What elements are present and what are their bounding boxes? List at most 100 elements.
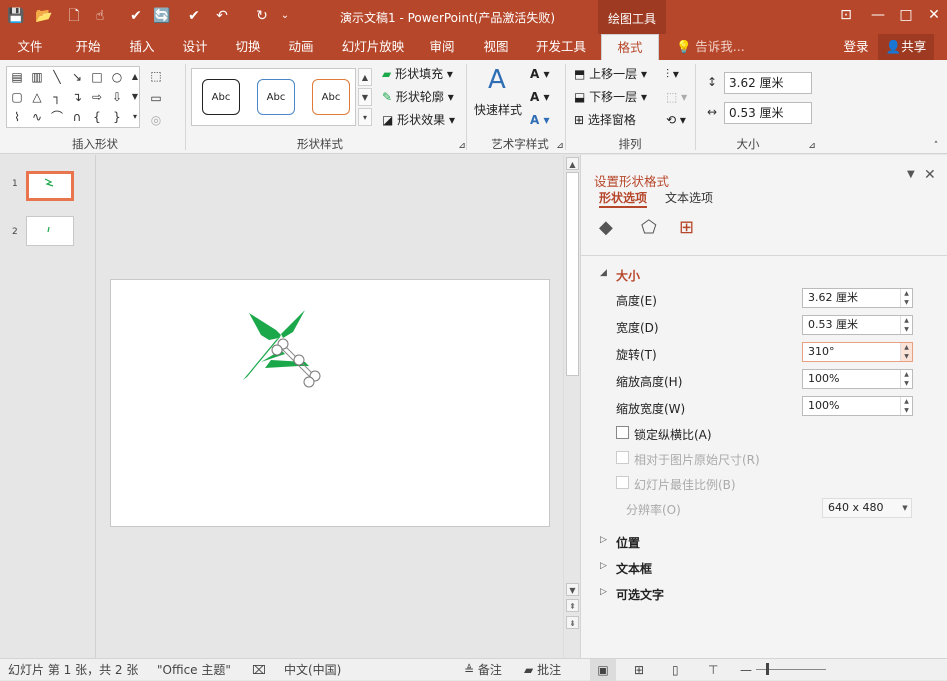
shape-outline-button[interactable]: ✎ 形状轮廓 ▾ <box>382 87 454 107</box>
text-fill-icon[interactable]: A ▾ <box>530 64 550 84</box>
size-properties-icon[interactable]: ⊞ <box>679 217 694 238</box>
customize-qat-icon[interactable]: ⌄ <box>278 6 292 26</box>
expand-arrow-icon[interactable]: ◢ <box>600 268 607 278</box>
style-orange[interactable]: Abc <box>312 79 350 115</box>
bring-forward-button[interactable]: ⬒ 上移一层 ▾ <box>574 64 647 84</box>
normal-view-icon[interactable]: ▣ <box>590 659 616 681</box>
tab-slideshow[interactable]: 幻灯片放映 <box>338 34 408 60</box>
slideshow-view-icon[interactable]: ⊤ <box>708 659 718 681</box>
open-icon[interactable]: 📂 <box>34 6 54 26</box>
elbow-arrow-shape-icon[interactable]: ↴ <box>69 89 85 105</box>
new-icon[interactable]: 🗋 <box>64 6 84 26</box>
spinner-icon[interactable]: ▲ ▼ <box>900 316 912 334</box>
tab-insert[interactable]: 插入 <box>118 34 166 60</box>
comments-button[interactable]: ▰ 批注 <box>524 659 561 681</box>
notes-button[interactable]: ≜ 备注 <box>464 659 502 681</box>
slide-sorter-icon[interactable]: ⊞ <box>634 659 644 681</box>
slide-thumbnail[interactable] <box>26 171 74 201</box>
tab-review[interactable]: 审阅 <box>418 34 466 60</box>
shape-styles-launcher-icon[interactable]: ⊿ <box>454 138 470 154</box>
scale-height-input[interactable]: 100% ▲ ▼ <box>802 369 913 389</box>
alt-text-section-header[interactable]: 可选文字 <box>616 586 664 603</box>
shape-style-gallery[interactable]: Abc Abc Abc <box>191 68 356 126</box>
tab-text-options[interactable]: 文本选项 <box>665 189 713 206</box>
curve-shape-icon[interactable]: ∩ <box>69 109 85 125</box>
align-icon[interactable]: ⫶ ▾ <box>666 64 679 84</box>
ribbon-display-icon[interactable]: ⊡ <box>832 4 860 26</box>
scroll-up-icon[interactable]: ▲ <box>566 157 579 170</box>
tell-me-input[interactable]: 告诉我... <box>690 34 750 60</box>
wordart-quick-styles-icon[interactable]: A <box>488 64 506 96</box>
spinner-icon[interactable]: ▲ ▼ <box>900 343 912 361</box>
collapse-ribbon-icon[interactable]: ˄ <box>928 138 944 154</box>
slide-canvas[interactable] <box>110 279 550 527</box>
minimize-button[interactable]: — <box>864 4 892 26</box>
style-scroll-down-icon[interactable]: ▼ <box>358 88 372 106</box>
arrow-line-shape-icon[interactable]: ↘ <box>69 69 85 85</box>
selection-pane-button[interactable]: ⊞ 选择窗格 <box>574 110 636 130</box>
wordart-launcher-icon[interactable]: ⊿ <box>552 138 568 154</box>
scribble-shape-icon[interactable]: ∿ <box>29 109 45 125</box>
maximize-button[interactable]: □ <box>892 4 920 26</box>
sign-in-link[interactable]: 登录 <box>836 34 876 60</box>
tab-transitions[interactable]: 切换 <box>224 34 272 60</box>
send-backward-button[interactable]: ⬓ 下移一层 ▾ <box>574 87 647 107</box>
collapsed-arrow-icon[interactable]: ▷ <box>600 561 607 571</box>
share-button[interactable]: 👤共享 <box>878 34 934 60</box>
tab-shape-options[interactable]: 形状选项 <box>599 189 648 208</box>
rotate-icon[interactable]: ⟲ ▾ <box>666 110 686 130</box>
gallery-scroll-up-icon[interactable]: ▲ <box>127 69 143 85</box>
tab-design[interactable]: 设计 <box>171 34 219 60</box>
style-more-icon[interactable]: ▾ <box>358 108 372 126</box>
previous-slide-icon[interactable]: ⇞ <box>566 599 579 612</box>
elbow-connector-shape-icon[interactable]: ┐ <box>49 89 65 105</box>
pane-options-icon[interactable]: ▼ <box>907 169 915 180</box>
size-dialog-launcher-icon[interactable]: ⊿ <box>804 138 820 154</box>
shape-fill-button[interactable]: ▰ 形状填充 ▾ <box>382 64 453 84</box>
ribbon-height-input[interactable]: 3.62 厘米 <box>724 72 812 94</box>
spinner-icon[interactable]: ▲ ▼ <box>900 397 912 415</box>
tab-developer[interactable]: 开发工具 <box>528 34 594 60</box>
zoom-out-icon[interactable]: — <box>740 659 752 681</box>
textbox-shape-icon[interactable]: ▤ <box>9 69 25 85</box>
textbox-section-header[interactable]: 文本框 <box>616 560 652 577</box>
left-brace-shape-icon[interactable]: { <box>89 109 105 125</box>
spelling-status-icon[interactable]: ⌧ <box>252 659 266 681</box>
tab-view[interactable]: 视图 <box>472 34 520 60</box>
scroll-down-icon[interactable]: ▼ <box>566 583 579 596</box>
spelling-check-icon[interactable]: ✔ <box>126 6 146 26</box>
tab-home[interactable]: 开始 <box>64 34 112 60</box>
present-icon[interactable]: ✔ <box>184 6 204 26</box>
tab-file[interactable]: 文件 <box>6 34 54 60</box>
quick-styles-label[interactable]: 快速样式 <box>474 100 522 120</box>
line-shape-icon[interactable]: ╲ <box>49 69 65 85</box>
zoom-slider-thumb[interactable] <box>766 663 769 675</box>
right-arrow-shape-icon[interactable]: ⇨ <box>89 89 105 105</box>
slide-thumbnail[interactable] <box>26 216 74 246</box>
style-blue[interactable]: Abc <box>257 79 295 115</box>
pane-close-icon[interactable]: ✕ <box>924 167 936 183</box>
effects-pentagon-icon[interactable]: ⬠ <box>641 217 657 238</box>
style-scroll-up-icon[interactable]: ▲ <box>358 68 372 86</box>
undo-icon[interactable]: ↶ <box>212 6 232 26</box>
scroll-thumb[interactable] <box>566 172 579 376</box>
width-input[interactable]: 0.53 厘米 ▲ ▼ <box>802 315 913 335</box>
shape-gallery[interactable]: ▤ ▥ ╲ ↘ □ ○ ▢ △ ┐ ↴ ⇨ ⇩ ⌇ ∿ ⌒ ∩ { } ▲ ▼ … <box>6 66 140 128</box>
collapsed-arrow-icon[interactable]: ▷ <box>600 587 607 597</box>
rotation-input[interactable]: 310° ▲ ▼ <box>802 342 913 362</box>
arc-shape-icon[interactable]: ⌒ <box>49 109 65 125</box>
redo-icon[interactable]: ↻ <box>252 6 272 26</box>
fill-line-icon[interactable]: ◆ <box>599 217 613 238</box>
text-outline-icon[interactable]: A ▾ <box>530 87 550 107</box>
scale-width-input[interactable]: 100% ▲ ▼ <box>802 396 913 416</box>
touch-mode-icon[interactable]: ☝ <box>90 6 110 26</box>
tab-format[interactable]: 格式 <box>601 34 659 60</box>
close-button[interactable]: ✕ <box>920 4 947 26</box>
spinner-icon[interactable]: ▲ ▼ <box>900 289 912 307</box>
vertical-scrollbar[interactable]: ▲ ▼ ⇞ ⇟ <box>563 155 580 658</box>
textbox-draw-icon[interactable]: ▭ <box>148 90 164 106</box>
rounded-rect-shape-icon[interactable]: ▢ <box>9 89 25 105</box>
reading-view-icon[interactable]: ▯ <box>672 659 679 681</box>
lock-ratio-checkbox[interactable] <box>616 426 629 439</box>
collapsed-arrow-icon[interactable]: ▷ <box>600 535 607 545</box>
